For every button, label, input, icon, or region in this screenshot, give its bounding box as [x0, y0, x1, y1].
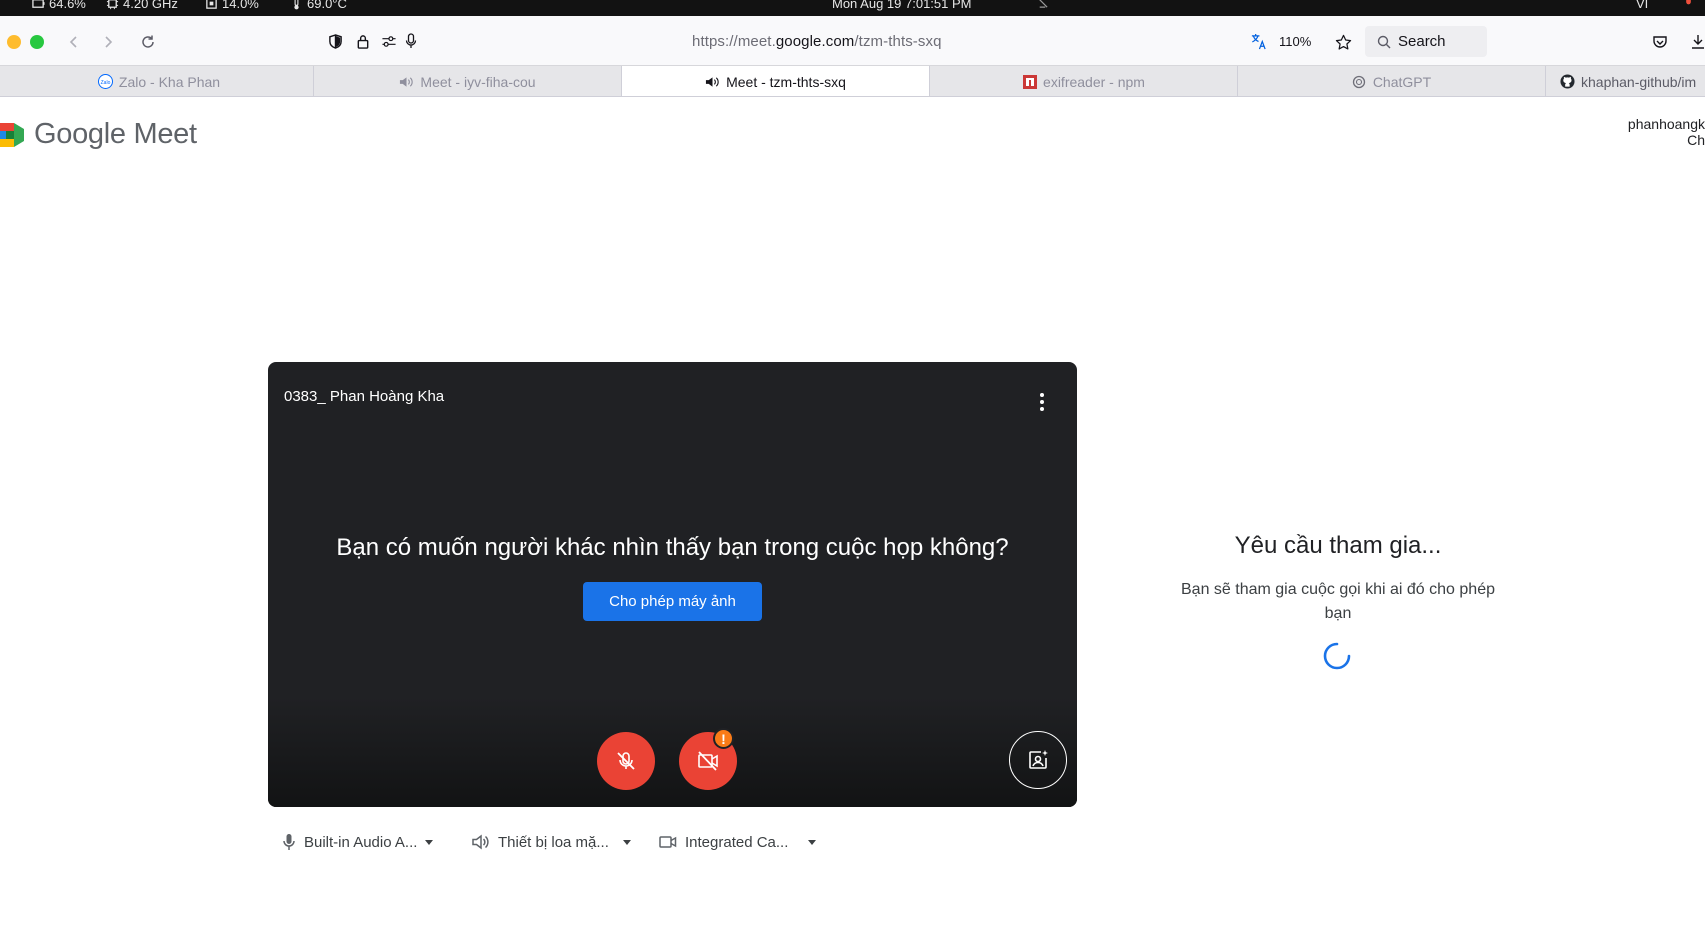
chatgpt-icon: [1352, 74, 1367, 89]
url-text[interactable]: https://meet.google.com/tzm-thts-sxq: [692, 33, 942, 50]
reload-button[interactable]: [134, 28, 162, 56]
warning-badge: !: [713, 728, 734, 749]
microphone-active-icon: [1682, 0, 1695, 9]
github-icon: [1560, 74, 1575, 89]
chevron-down-icon: [808, 839, 817, 845]
tab-chatgpt[interactable]: ChatGPT: [1238, 66, 1546, 96]
microphone-permission-icon[interactable]: [402, 32, 420, 50]
speaker-icon: [399, 74, 414, 89]
join-request-title: Yêu cầu tham gia...: [1234, 532, 1442, 559]
pocket-button[interactable]: [1646, 28, 1674, 56]
reload-icon: [142, 35, 154, 48]
speaker-select[interactable]: Thiết bị loa mặ...: [472, 830, 631, 854]
videocam-off-icon: [698, 751, 718, 771]
svg-text:Zalo: Zalo: [101, 80, 111, 86]
cpu-status: 4.20 GHz: [106, 0, 178, 11]
mic-off-icon: [617, 752, 635, 770]
tab-github[interactable]: khaphan-github/im: [1546, 66, 1705, 96]
battery-icon: [32, 0, 45, 8]
camera-select[interactable]: Integrated Ca...: [659, 830, 817, 854]
microphone-select[interactable]: Built-in Audio A...: [282, 830, 434, 854]
tab-meet-iyv[interactable]: Meet - iyv-fiha-cou: [314, 66, 622, 96]
mic-icon: [283, 834, 295, 850]
permissions-icon[interactable]: [380, 32, 398, 50]
meet-logo-icon: [0, 122, 24, 147]
npm-icon: [1022, 74, 1037, 89]
camera-permission-question: Bạn có muốn người khác nhìn thấy bạn tro…: [336, 534, 1009, 561]
more-vert-icon: [1040, 393, 1044, 411]
visual-effects-button[interactable]: [1009, 731, 1067, 789]
chevron-right-icon: [105, 36, 113, 48]
translate-icon[interactable]: [1249, 32, 1267, 50]
battery-status: 64.6%: [32, 0, 86, 11]
forward-button[interactable]: [94, 28, 122, 56]
tab-meet-tzm[interactable]: Meet - tzm-thts-sxq: [622, 66, 930, 96]
more-options-button[interactable]: [1030, 390, 1054, 414]
participant-name: 0383_ Phan Hoàng Kha: [284, 388, 445, 405]
tab-zalo[interactable]: Zalo Zalo - Kha Phan: [5, 66, 314, 96]
chevron-down-icon: [425, 839, 434, 845]
address-bar[interactable]: https://meet.google.com/tzm-thts-sxq: [320, 24, 1360, 58]
input-source[interactable]: VI: [1636, 0, 1648, 11]
memory-icon: [206, 0, 217, 9]
bookmark-button[interactable]: [1329, 28, 1357, 56]
focus-icon[interactable]: [1036, 0, 1049, 9]
volume-icon: [472, 834, 489, 850]
zoom-level-button[interactable]: 110%: [1279, 34, 1311, 49]
join-request-subtitle: Bạn sẽ tham gia cuộc gọi khi ai đó cho p…: [1181, 581, 1495, 622]
allow-camera-button[interactable]: Cho phép máy ảnh: [583, 582, 762, 621]
tab-exifreader[interactable]: exifreader - npm: [930, 66, 1238, 96]
search-box[interactable]: Search: [1365, 26, 1487, 57]
downloads-button[interactable]: [1684, 28, 1705, 56]
zalo-icon: Zalo: [97, 74, 113, 89]
loading-spinner-icon: [1323, 642, 1351, 670]
memory-status: 14.0%: [205, 0, 259, 11]
camera-toggle-button[interactable]: !: [679, 728, 737, 790]
google-meet-logo[interactable]: Google Meet: [0, 118, 197, 151]
tab-bar: Zalo Zalo - Kha Phan Meet - iyv-fiha-cou…: [0, 65, 1705, 97]
thermometer-icon: [294, 0, 299, 10]
clock: Mon Aug 19 7:01:51 PM: [832, 0, 972, 11]
lock-icon[interactable]: [354, 32, 372, 50]
star-icon: [1335, 34, 1351, 50]
tracking-protection-icon[interactable]: [326, 32, 344, 50]
speaker-icon: [705, 75, 720, 90]
cpu-icon: [106, 0, 119, 10]
video-gradient: [268, 697, 1077, 807]
microphone-toggle-button[interactable]: [597, 732, 655, 790]
download-icon: [1692, 35, 1704, 49]
minimize-window-button[interactable]: [7, 35, 21, 49]
system-menubar: 64.6% 4.20 GHz 14.0% 69.0°C Mon Aug 19 7…: [0, 0, 1705, 16]
video-preview: 0383_ Phan Hoàng Kha Bạn có muốn người k…: [268, 362, 1077, 807]
account-info[interactable]: phanhoangk Ch: [1626, 116, 1705, 148]
portrait-sparkle-icon: [1029, 750, 1048, 769]
videocam-icon: [659, 836, 677, 848]
chevron-left-icon: [69, 36, 77, 48]
zoom-window-button[interactable]: [30, 35, 44, 49]
temperature-status: 69.0°C: [290, 0, 347, 11]
back-button[interactable]: [60, 28, 88, 56]
chevron-down-icon: [622, 839, 631, 845]
pocket-icon: [1653, 36, 1667, 48]
search-icon: [1377, 35, 1391, 48]
